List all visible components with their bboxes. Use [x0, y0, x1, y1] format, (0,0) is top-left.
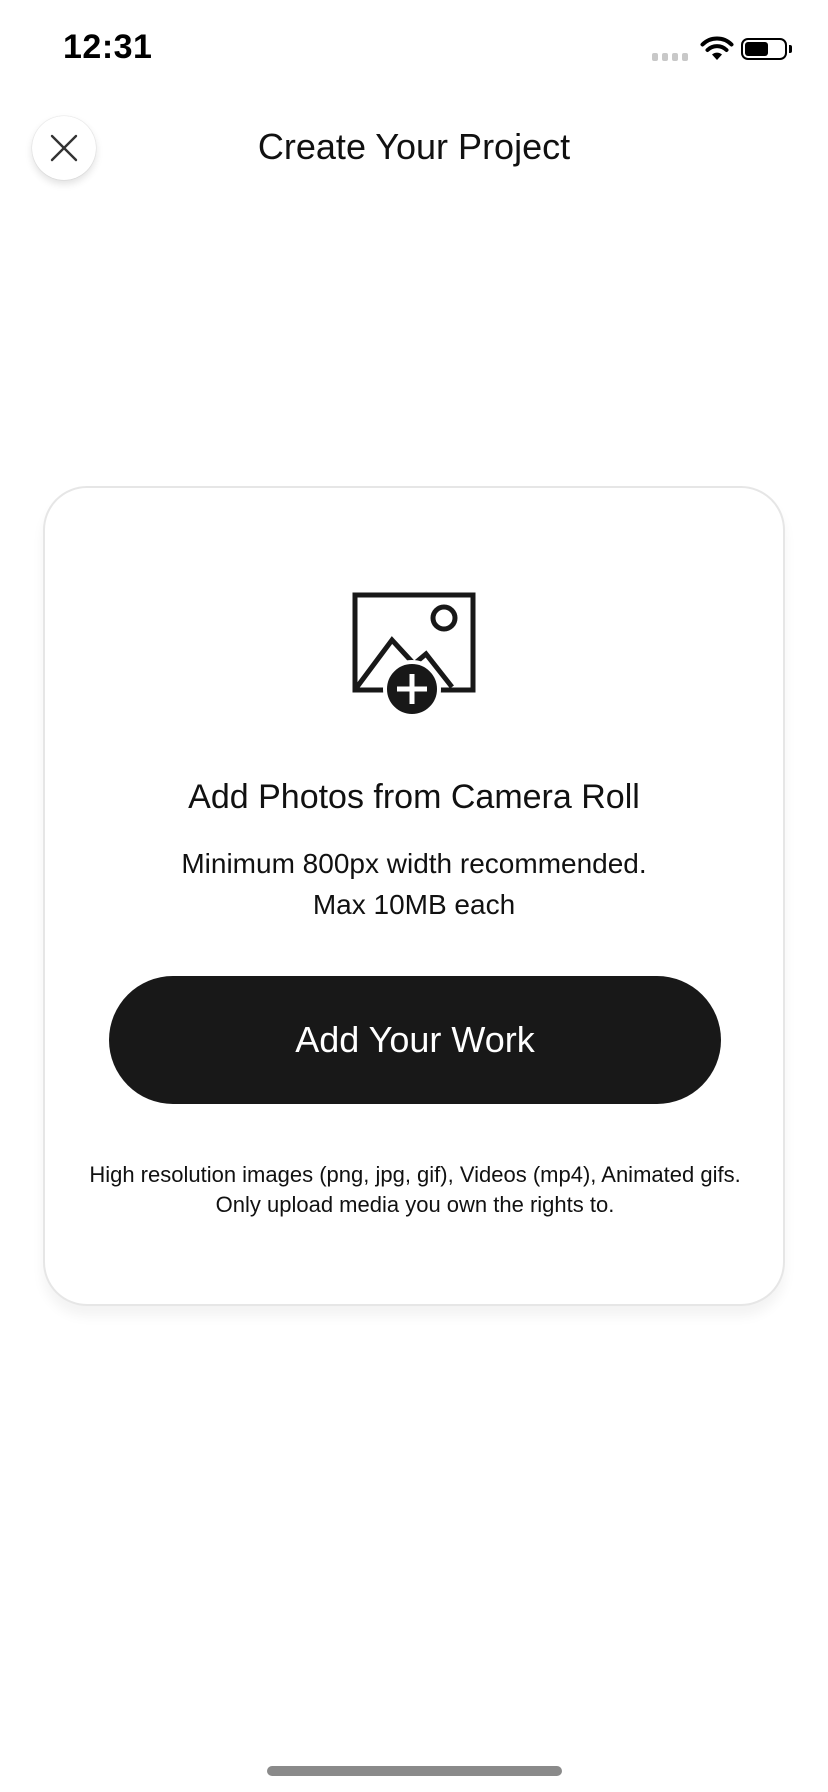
cellular-signal-icon	[652, 53, 688, 61]
add-your-work-button[interactable]: Add Your Work	[109, 976, 721, 1104]
battery-cap	[789, 45, 792, 53]
battery-icon	[741, 38, 787, 60]
fine-print: High resolution images (png, jpg, gif), …	[89, 1162, 741, 1217]
width-requirement: Minimum 800px width recommended.	[181, 848, 647, 879]
size-requirement: Max 10MB each	[312, 889, 516, 920]
add-photo-icon	[352, 592, 476, 716]
home-indicator[interactable]	[267, 1766, 562, 1776]
upload-card: Add Photos from Camera Roll Minimum 800p…	[43, 486, 785, 1306]
page-title: Create Your Project	[257, 126, 571, 167]
add-your-work-label: Add Your Work	[295, 1019, 535, 1060]
card-heading: Add Photos from Camera Roll	[188, 778, 640, 816]
battery-level	[745, 42, 768, 56]
status-time: 12:31	[63, 28, 153, 66]
wifi-icon	[700, 36, 734, 60]
status-bar: 12:31	[0, 0, 828, 100]
